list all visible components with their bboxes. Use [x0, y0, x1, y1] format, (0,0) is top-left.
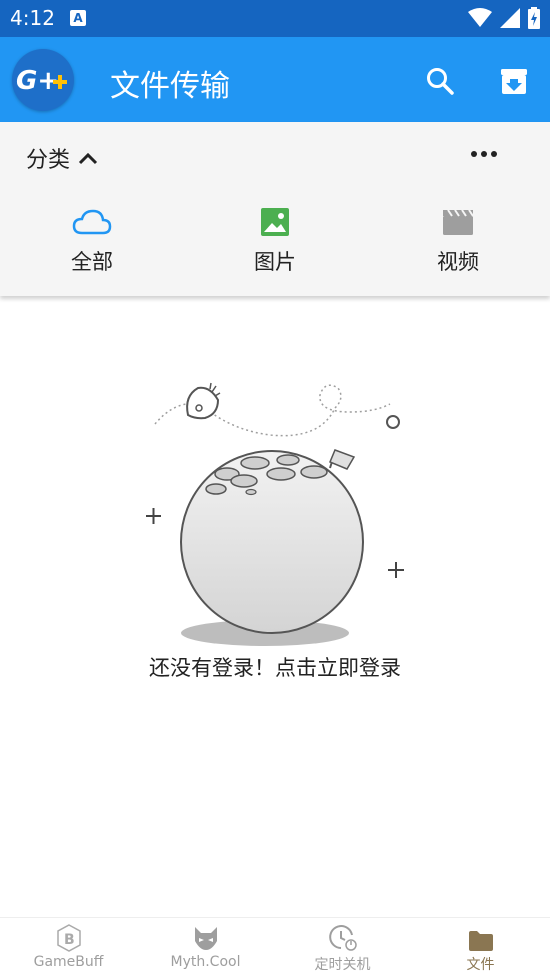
video-icon — [443, 209, 474, 235]
archive-download-icon — [501, 69, 527, 94]
signal-icon — [500, 8, 520, 28]
more-icon — [471, 151, 477, 157]
tab-all-label: 全部 — [71, 250, 113, 274]
search-icon — [427, 68, 454, 95]
timer-icon — [328, 925, 357, 951]
more-options-button[interactable] — [466, 142, 502, 166]
page-title: 文件传输 — [110, 69, 230, 104]
folder-icon — [468, 931, 493, 951]
svg-text:G+: G+ — [16, 66, 59, 96]
nav-label-gamebuff: GameBuff — [33, 954, 104, 970]
nav-item-mythcool[interactable]: Myth.Cool — [137, 918, 274, 978]
svg-text:B: B — [64, 932, 75, 948]
tab-videos[interactable]: 视频 — [398, 206, 518, 276]
login-prompt[interactable]: 还没有登录！点击立即登录 — [0, 652, 550, 682]
app-bar: G+ 文件传输 — [0, 37, 550, 122]
app-logo: G+ — [12, 49, 74, 111]
fox-mask-icon — [194, 927, 217, 950]
chevron-up-icon — [78, 152, 98, 165]
wifi-icon — [468, 8, 492, 27]
category-toggle[interactable]: 分类 — [26, 142, 98, 174]
category-panel: 分类 全部 图片 视频 — [0, 122, 550, 296]
moon-icon — [180, 449, 364, 634]
nav-label-files: 文件 — [466, 957, 495, 973]
nav-item-files[interactable]: 文件 — [412, 918, 549, 978]
status-time: 4:12 — [10, 6, 55, 30]
gamebuff-icon: B — [56, 924, 81, 952]
tab-videos-label: 视频 — [437, 250, 479, 274]
tab-images-label: 图片 — [254, 250, 296, 274]
status-bar: 4:12 A — [0, 0, 550, 37]
nav-label-mythcool: Myth.Cool — [170, 954, 241, 970]
tab-images[interactable]: 图片 — [215, 206, 335, 276]
image-icon — [261, 208, 289, 236]
status-icons — [468, 7, 540, 29]
category-label: 分类 — [26, 148, 71, 173]
bottom-nav: B GameBuff Myth.Cool 定时关机 文件 — [0, 917, 550, 977]
search-button[interactable] — [420, 61, 460, 101]
archive-button[interactable] — [494, 61, 534, 101]
cloud-icon — [72, 209, 112, 235]
battery-icon — [528, 7, 540, 29]
a-icon: A — [70, 10, 86, 26]
empty-state-illustration — [146, 382, 404, 646]
rocket-icon — [186, 382, 221, 420]
tab-all[interactable]: 全部 — [32, 206, 152, 276]
nav-item-gamebuff[interactable]: B GameBuff — [0, 918, 137, 978]
nav-label-timer-shutdown: 定时关机 — [314, 957, 371, 973]
nav-item-timer-shutdown[interactable]: 定时关机 — [274, 918, 411, 978]
